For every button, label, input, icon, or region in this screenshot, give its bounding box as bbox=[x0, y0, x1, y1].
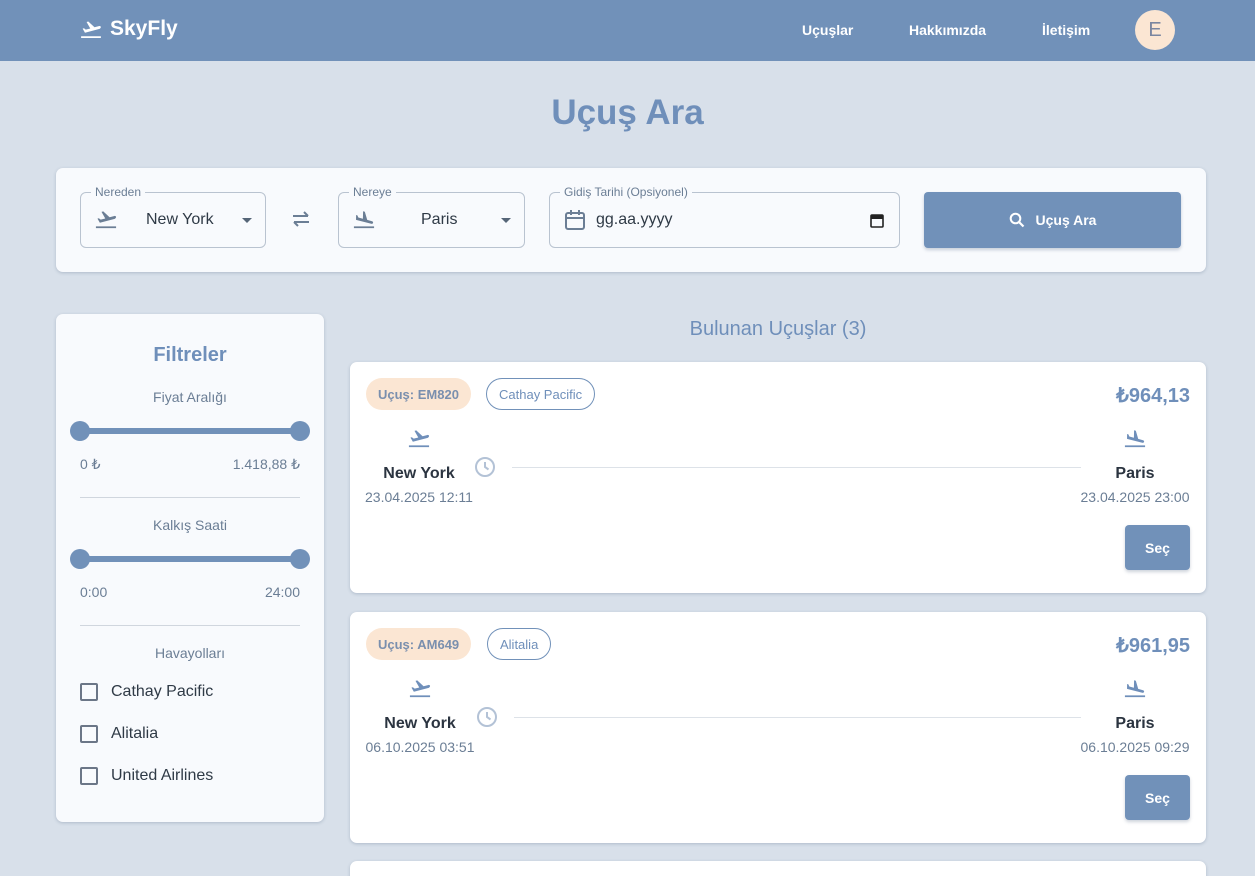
date-field[interactable]: Gidiş Tarihi (Opsiyonel) gg.aa.yyyy bbox=[549, 185, 900, 248]
route-line bbox=[512, 467, 1081, 468]
date-input[interactable]: gg.aa.yyyy bbox=[596, 211, 672, 229]
nav-about[interactable]: Hakkımızda bbox=[909, 22, 986, 38]
airline-chip: Cathay Pacific bbox=[486, 378, 596, 410]
arrival-city: Paris bbox=[1115, 465, 1155, 482]
flight-number-chip: Uçuş: AM649 bbox=[366, 628, 472, 660]
clock-icon bbox=[476, 706, 498, 733]
from-label: Nereden bbox=[91, 185, 146, 199]
checkbox[interactable] bbox=[80, 725, 98, 743]
price-slider-track[interactable] bbox=[80, 428, 300, 434]
to-select[interactable]: Nereye Paris bbox=[338, 185, 525, 248]
checkbox[interactable] bbox=[80, 683, 98, 701]
time-max-thumb[interactable] bbox=[290, 549, 310, 569]
airplane-landing-icon bbox=[1070, 428, 1200, 450]
date-label: Gidiş Tarihi (Opsiyonel) bbox=[560, 185, 692, 199]
departure-point: New York 06.10.2025 03:51 bbox=[355, 678, 485, 755]
to-value: Paris bbox=[421, 211, 458, 228]
time-slider-track[interactable] bbox=[80, 556, 300, 562]
airline-option-label: Alitalia bbox=[111, 725, 159, 742]
price-max-thumb[interactable] bbox=[290, 421, 310, 441]
results-title: Bulunan Uçuşlar (3) bbox=[689, 318, 867, 340]
search-card: Nereden New York Nereye Paris Gidiş Tari… bbox=[56, 168, 1206, 272]
airplane-takeoff-icon bbox=[355, 678, 485, 700]
top-navbar: SkyFly Uçuşlar Hakkımızda İletişim E bbox=[0, 0, 1255, 61]
nav-contact[interactable]: İletişim bbox=[1042, 22, 1090, 38]
brand-logo[interactable]: SkyFly bbox=[80, 17, 178, 41]
departure-datetime: 23.04.2025 12:11 bbox=[365, 489, 473, 505]
airline-option-label: United Airlines bbox=[111, 767, 214, 784]
price-max-value: 1.418,88 ₺ bbox=[232, 456, 300, 472]
arrival-datetime: 23.04.2025 23:00 bbox=[1080, 489, 1190, 505]
flight-card: Uçuş: AM649 Alitalia ₺961,95 New York 06… bbox=[350, 612, 1206, 843]
filters-panel: Filtreler Fiyat Aralığı 0 ₺ 1.418,88 ₺ K… bbox=[56, 314, 324, 822]
route-line bbox=[514, 717, 1081, 718]
calendar-picker-icon[interactable] bbox=[870, 213, 884, 233]
calendar-icon bbox=[564, 209, 586, 236]
arrival-point: Paris 23.04.2025 23:00 bbox=[1070, 428, 1200, 505]
search-flights-button[interactable]: Uçuş Ara bbox=[924, 192, 1181, 248]
airlines-label: Havayolları bbox=[154, 645, 226, 661]
chevron-down-icon bbox=[242, 218, 252, 223]
flight-number-chip: Uçuş: EM820 bbox=[366, 378, 471, 410]
arrival-datetime: 06.10.2025 09:29 bbox=[1080, 739, 1190, 755]
airline-chip: Alitalia bbox=[487, 628, 552, 660]
flight-card: Uçuş: EM820 Cathay Pacific ₺964,13 New Y… bbox=[350, 362, 1206, 593]
price-min-thumb[interactable] bbox=[70, 421, 90, 441]
airplane-landing-icon bbox=[353, 209, 375, 234]
flight-card bbox=[350, 861, 1206, 876]
departure-city: New York bbox=[383, 465, 455, 482]
flight-price: ₺961,95 bbox=[1116, 635, 1190, 657]
chevron-down-icon bbox=[501, 218, 511, 223]
nav-flights[interactable]: Uçuşlar bbox=[802, 22, 853, 38]
arrival-point: Paris 06.10.2025 09:29 bbox=[1070, 678, 1200, 755]
departure-point: New York 23.04.2025 12:11 bbox=[354, 428, 484, 505]
checkbox[interactable] bbox=[80, 767, 98, 785]
flight-price: ₺964,13 bbox=[1116, 385, 1190, 407]
select-flight-button[interactable]: Seç bbox=[1125, 525, 1190, 570]
to-label: Nereye bbox=[349, 185, 396, 199]
departure-datetime: 06.10.2025 03:51 bbox=[365, 739, 475, 755]
clock-icon bbox=[474, 456, 496, 483]
departure-city: New York bbox=[384, 715, 456, 732]
from-select[interactable]: Nereden New York bbox=[80, 185, 266, 248]
price-range-label: Fiyat Aralığı bbox=[153, 389, 227, 405]
airline-checkbox-alitalia[interactable]: Alitalia bbox=[80, 725, 158, 743]
time-max-value: 24:00 bbox=[264, 584, 300, 600]
search-icon bbox=[1009, 212, 1024, 228]
select-flight-button[interactable]: Seç bbox=[1125, 775, 1190, 820]
arrival-city: Paris bbox=[1115, 715, 1155, 732]
filters-title: Filtreler bbox=[153, 344, 227, 366]
time-min-value: 0:00 bbox=[80, 584, 108, 600]
divider bbox=[80, 497, 300, 498]
airline-option-label: Cathay Pacific bbox=[111, 683, 214, 700]
from-value: New York bbox=[146, 211, 214, 228]
page-title: Uçuş Ara bbox=[551, 93, 704, 132]
departure-time-label: Kalkış Saati bbox=[153, 517, 227, 533]
airplane-takeoff-icon bbox=[81, 21, 101, 38]
airplane-landing-icon bbox=[1070, 678, 1200, 700]
brand-name: SkyFly bbox=[110, 17, 178, 40]
swap-icon[interactable] bbox=[290, 210, 312, 233]
divider bbox=[80, 625, 300, 626]
price-min-value: 0 ₺ bbox=[80, 456, 101, 472]
time-min-thumb[interactable] bbox=[70, 549, 90, 569]
airline-checkbox-united[interactable]: United Airlines bbox=[80, 767, 213, 785]
avatar[interactable]: E bbox=[1135, 10, 1175, 50]
airplane-takeoff-icon bbox=[354, 428, 484, 450]
airplane-takeoff-icon bbox=[95, 209, 117, 234]
airline-checkbox-cathay[interactable]: Cathay Pacific bbox=[80, 683, 213, 701]
search-button-label: Uçuş Ara bbox=[1035, 212, 1097, 228]
